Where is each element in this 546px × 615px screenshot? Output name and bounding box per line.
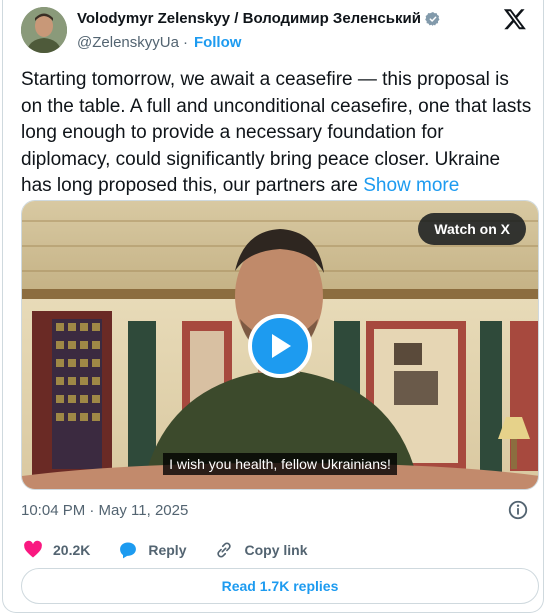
heart-icon	[24, 540, 42, 558]
video-caption-text: I wish you health, fellow Ukrainians!	[163, 453, 397, 475]
avatar[interactable]	[21, 7, 67, 53]
reply-label: Reply	[148, 542, 187, 558]
author-handle[interactable]: @ZelenskyyUa	[77, 34, 179, 51]
copy-link-label: Copy link	[244, 542, 308, 558]
info-icon[interactable]	[507, 499, 529, 521]
separator: ·	[182, 34, 188, 51]
watch-on-x-button[interactable]: Watch on X	[418, 213, 526, 245]
video-player[interactable]: Watch on X I wish you health, fellow Ukr…	[21, 200, 539, 490]
video-caption: I wish you health, fellow Ukrainians!	[22, 453, 538, 475]
link-icon	[217, 542, 232, 558]
copy-link-button[interactable]: Copy link	[214, 540, 308, 560]
action-bar: 20.2K Reply Copy link	[23, 540, 336, 560]
timestamp[interactable]: 10:04 PM · May 11, 2025	[21, 502, 188, 519]
author-handle-row: @ZelenskyyUa · Follow	[77, 34, 241, 51]
tweet-text: Starting tomorrow, we await a ceasefire …	[21, 67, 535, 200]
x-logo-icon[interactable]	[503, 7, 527, 31]
author-name-row: Volodymyr Zelenskyy / Володимир Зеленськ…	[77, 10, 441, 27]
play-icon	[272, 334, 291, 358]
show-more-link[interactable]: Show more	[363, 175, 459, 196]
tweet-card: Volodymyr Zelenskyy / Володимир Зеленськ…	[2, 0, 544, 613]
play-button[interactable]	[248, 314, 312, 378]
author-name[interactable]: Volodymyr Zelenskyy / Володимир Зеленськ…	[77, 10, 421, 27]
reply-bubble-icon	[120, 542, 137, 559]
follow-button[interactable]: Follow	[194, 34, 242, 51]
reply-button[interactable]: Reply	[118, 540, 186, 560]
like-count: 20.2K	[53, 542, 91, 558]
verified-badge-icon	[425, 11, 440, 26]
read-replies-button[interactable]: Read 1.7K replies	[21, 568, 539, 604]
like-button[interactable]: 20.2K	[23, 540, 90, 560]
